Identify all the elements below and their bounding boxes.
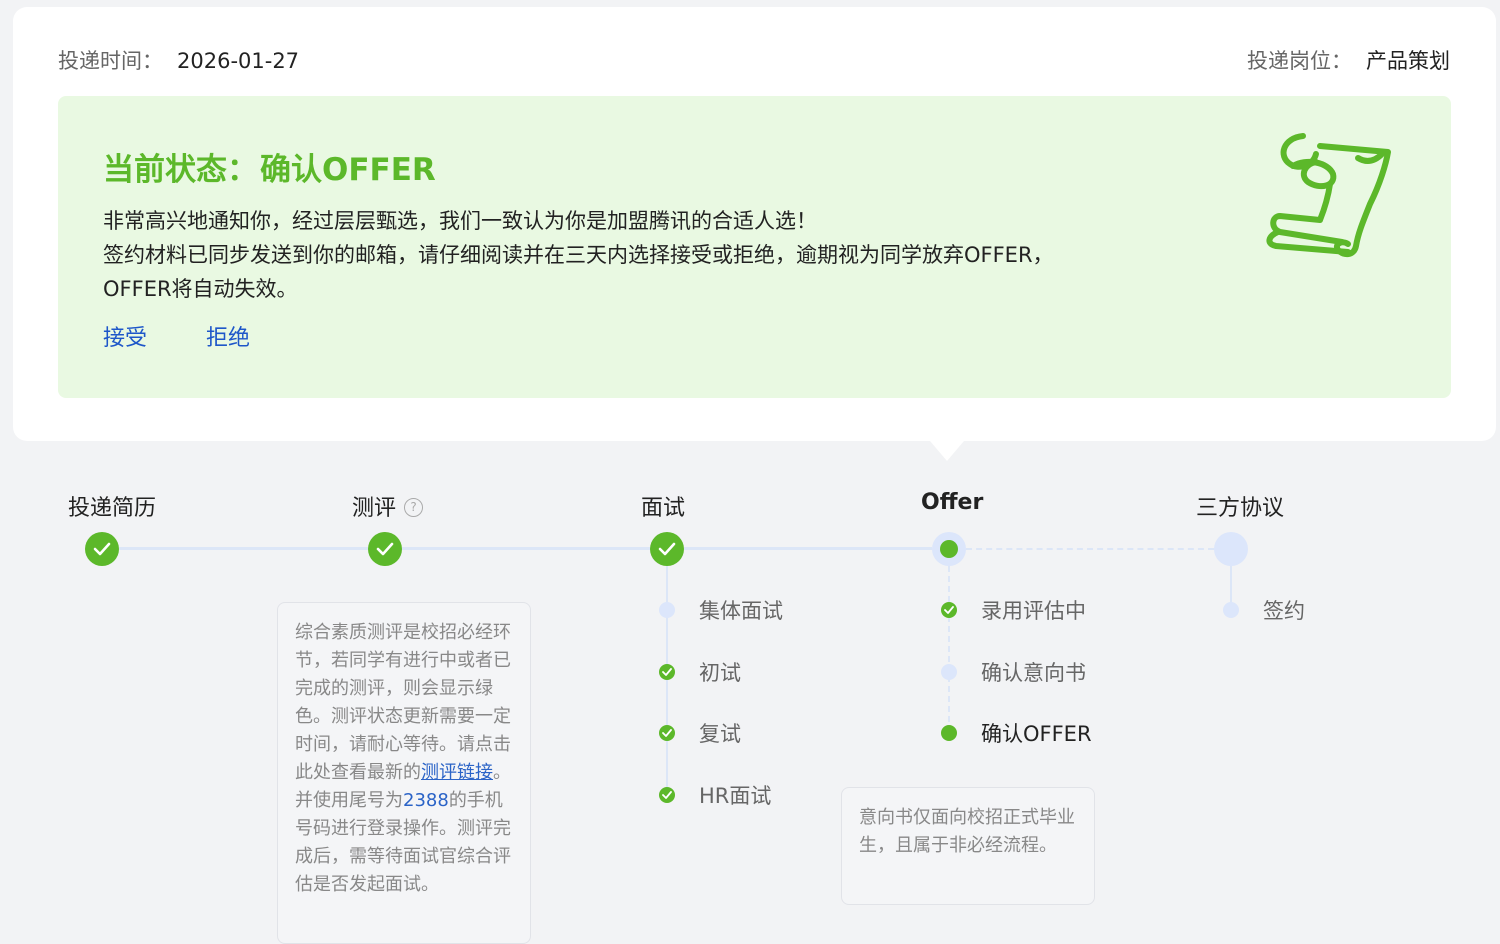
step-title-interview: 面试 — [641, 496, 686, 521]
check-icon — [662, 668, 672, 676]
check-icon — [944, 606, 954, 614]
assessment-tip: 综合素质测评是校招必经环节，若同学有进行中或者已完成的测评，则会显示绿色。测评状… — [277, 602, 531, 944]
offer-actions: 接受 拒绝 — [103, 320, 302, 352]
status-banner: 当前状态：确认OFFER 非常高兴地通知你，经过层层甄选，我们一致认为你是加盟腾… — [58, 96, 1451, 398]
substep-group-interview: 集体面试 — [699, 599, 783, 623]
substep-dot-confirm-offer — [941, 725, 957, 741]
status-title-value: 确认OFFER — [260, 152, 436, 188]
substep-dot-first-interview — [659, 664, 675, 680]
check-icon — [662, 791, 672, 799]
substep-dot-hr-interview — [659, 787, 675, 803]
check-icon — [662, 729, 672, 737]
step-node-interview — [650, 532, 684, 566]
substep-sign: 签约 — [1263, 599, 1305, 623]
step-connector — [684, 547, 932, 550]
step-title-assessment-label: 测评 — [352, 496, 397, 521]
step-node-agreement — [1214, 532, 1248, 566]
substep-line-agreement — [1230, 566, 1232, 606]
reject-button[interactable]: 拒绝 — [206, 326, 250, 351]
assessment-link[interactable]: 测评链接 — [421, 762, 493, 783]
offer-scroll-icon — [1258, 124, 1398, 268]
substep-line-offer — [948, 566, 950, 732]
substep-first-interview: 初试 — [699, 661, 741, 685]
application-card: 投递时间： 2026-01-27 投递岗位： 产品策划 当前状态：确认OFFER 非… — [13, 7, 1496, 441]
card-pointer — [930, 441, 964, 461]
step-node-assessment — [368, 532, 402, 566]
step-connector-pending — [966, 548, 1214, 550]
step-title-assessment: 测评? — [352, 490, 424, 522]
phone-tail: 2388 — [403, 790, 449, 811]
substep-line-interview — [666, 566, 668, 794]
question-circle-icon[interactable]: ? — [404, 497, 424, 517]
status-message-line: OFFER将自动失效。 — [103, 277, 298, 301]
substep-hr-interview: HR面试 — [699, 784, 772, 808]
substep-intent-letter: 确认意向书 — [981, 661, 1086, 685]
check-icon — [93, 542, 111, 556]
substep-dot-intent-letter — [941, 664, 957, 680]
status-message-line: 非常高兴地通知你，经过层层甄选，我们一致认为你是加盟腾讯的合适人选！ — [103, 209, 817, 233]
status-title-label: 当前状态： — [103, 152, 258, 188]
substep-dot-group-interview — [659, 602, 675, 618]
step-connector — [119, 547, 368, 550]
submit-time: 投递时间： 2026-01-27 — [58, 45, 299, 75]
step-title-agreement: 三方协议 — [1196, 496, 1285, 521]
substep-evaluation: 录用评估中 — [981, 599, 1086, 623]
check-icon — [376, 542, 394, 556]
step-title-offer: Offer — [921, 490, 984, 515]
position-label: 投递岗位： — [1247, 49, 1352, 73]
step-node-offer — [932, 532, 966, 566]
submit-time-label: 投递时间： — [58, 49, 163, 73]
assessment-tip-text: 综合素质测评是校招必经环节，若同学有进行中或者已完成的测评，则会显示绿色。测评状… — [295, 622, 511, 783]
submit-time-value: 2026-01-27 — [177, 49, 300, 73]
check-icon — [658, 542, 676, 556]
offer-tip-text: 意向书仅面向校招正式毕业生，且属于非必经流程。 — [859, 807, 1075, 856]
substep-second-interview: 复试 — [699, 722, 741, 746]
substep-dot-second-interview — [659, 725, 675, 741]
current-dot — [940, 540, 958, 558]
step-title-resume: 投递简历 — [68, 496, 157, 521]
position: 投递岗位： 产品策划 — [1247, 45, 1450, 75]
status-message: 非常高兴地通知你，经过层层甄选，我们一致认为你是加盟腾讯的合适人选！ 签约材料已… — [103, 204, 1153, 306]
step-node-resume — [85, 532, 119, 566]
offer-tip: 意向书仅面向校招正式毕业生，且属于非必经流程。 — [841, 787, 1095, 905]
substep-dot-evaluation — [941, 602, 957, 618]
status-message-line: 签约材料已同步发送到你的邮箱，请仔细阅读并在三天内选择接受或拒绝，逾期视为同学放… — [103, 243, 1054, 267]
substep-dot-sign — [1223, 602, 1239, 618]
step-connector — [402, 547, 651, 550]
position-value: 产品策划 — [1366, 49, 1450, 73]
status-title: 当前状态：确认OFFER — [103, 144, 436, 189]
accept-button[interactable]: 接受 — [103, 326, 147, 351]
substep-confirm-offer: 确认OFFER — [981, 722, 1092, 746]
